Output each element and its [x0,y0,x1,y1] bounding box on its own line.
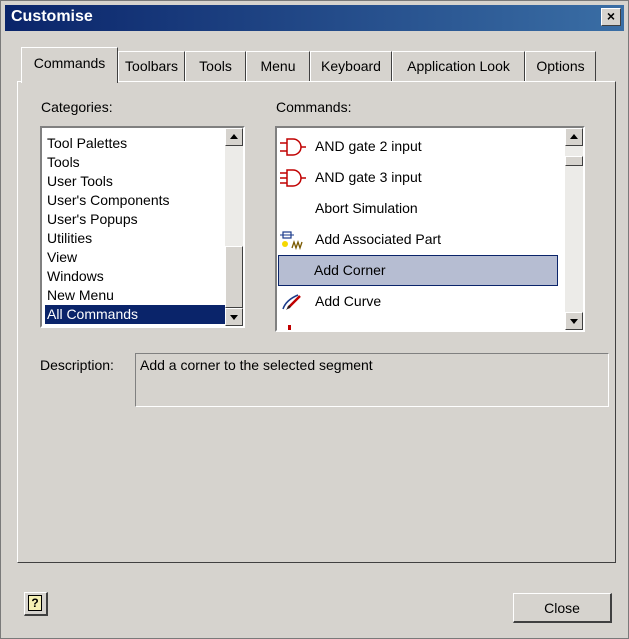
command-label: Add Corner [314,262,386,278]
associated-part-icon [280,230,306,251]
tab-keyboard-label: Keyboard [321,58,381,74]
tab-commands-label: Commands [33,55,106,71]
description-label: Description: [40,357,114,373]
tab-options[interactable]: Options [525,51,596,81]
tab-tools-label: Tools [199,58,232,74]
command-item[interactable] [278,317,557,330]
category-item[interactable]: Utilities [45,229,225,248]
category-item[interactable]: Windows [45,267,225,286]
tab-keyboard[interactable]: Keyboard [310,51,392,81]
arrow-down-icon [570,319,578,324]
command-item[interactable]: Add Associated Part [278,224,557,255]
categories-scrollbar[interactable] [225,128,243,326]
category-item[interactable]: View [45,248,225,267]
arrow-down-icon [230,315,238,320]
curve-pen-icon [280,292,306,312]
tab-commands[interactable]: Commands [21,47,118,83]
close-icon: × [606,8,616,24]
and-gate-icon [280,137,306,157]
command-item[interactable]: AND gate 3 input [278,162,557,193]
close-button[interactable]: Close [513,593,612,623]
scroll-thumb[interactable] [225,246,243,308]
command-label: AND gate 2 input [315,138,422,154]
commands-listbox[interactable]: AND gate 2 input AND gate 3 input Abort … [275,126,585,332]
scroll-down-button[interactable] [225,308,243,326]
category-item[interactable]: Tools [45,153,225,172]
tab-application-look[interactable]: Application Look [392,51,525,81]
categories-label: Categories: [41,99,113,115]
command-item[interactable]: Abort Simulation [278,193,557,224]
category-item[interactable]: User's Components [45,191,225,210]
window-title: Customise [11,8,93,25]
tab-toolbars[interactable]: Toolbars [118,51,185,81]
partial-command-icon [288,325,291,330]
command-item[interactable]: AND gate 2 input [278,131,557,162]
command-item[interactable]: Add Curve [278,286,557,317]
category-item[interactable]: User's Popups [45,210,225,229]
scroll-thumb[interactable] [565,156,583,166]
help-button[interactable]: ? [24,592,48,616]
command-item-selected[interactable]: Add Corner [278,255,558,286]
description-box: Add a corner to the selected segment [135,353,609,407]
scroll-up-button[interactable] [225,128,243,146]
scroll-down-button[interactable] [565,312,583,330]
and-gate-icon [280,168,306,188]
command-label: Add Curve [315,293,382,309]
help-question-icon: ? [28,595,42,611]
commands-label: Commands: [276,99,352,115]
close-window-button[interactable]: × [601,8,621,26]
tab-options-label: Options [536,58,585,74]
arrow-up-icon [570,134,578,139]
command-label: Add Associated Part [315,231,442,247]
commands-scrollbar[interactable] [565,128,583,330]
description-text: Add a corner to the selected segment [140,357,373,373]
command-label: AND gate 3 input [315,169,422,185]
category-item[interactable]: Tool Palettes [45,134,225,153]
category-item[interactable]: User Tools [45,172,225,191]
tab-tools[interactable]: Tools [185,51,246,81]
arrow-up-icon [230,134,238,139]
tab-application-look-label: Application Look [407,58,510,74]
tab-menu-label: Menu [260,58,296,74]
title-bar: Customise × [5,5,624,31]
categories-listbox[interactable]: Tool Palettes Tools User Tools User's Co… [40,126,245,328]
tab-menu[interactable]: Menu [246,51,310,81]
scroll-up-button[interactable] [565,128,583,146]
category-item-selected[interactable]: All Commands [45,305,225,324]
customise-dialog: Customise × Commands Toolbars Tools Menu… [0,0,629,639]
command-label: Abort Simulation [315,200,418,216]
category-item[interactable]: New Menu [45,286,225,305]
tab-toolbars-label: Toolbars [125,58,178,74]
